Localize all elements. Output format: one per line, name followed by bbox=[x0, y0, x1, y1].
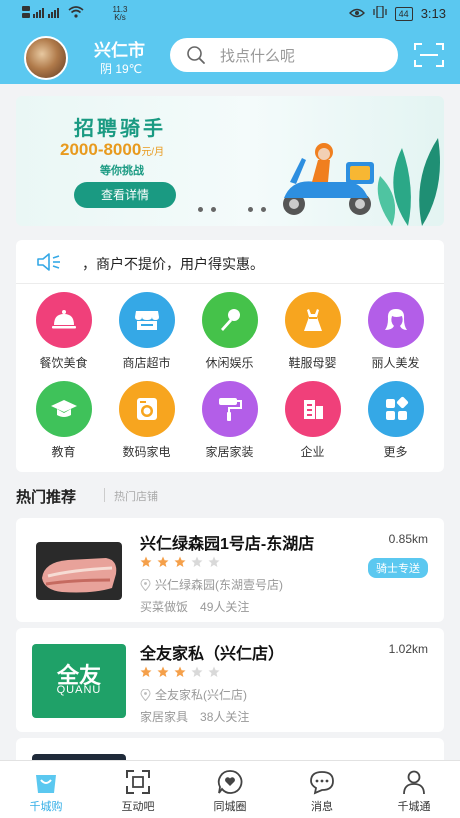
star-filled-icon bbox=[140, 556, 152, 567]
section-divider bbox=[104, 488, 105, 502]
graduation-cap-icon bbox=[35, 381, 92, 437]
banner-title: 招聘骑手 bbox=[74, 118, 166, 140]
carousel-dot[interactable] bbox=[198, 207, 203, 212]
star-empty-icon bbox=[208, 666, 220, 677]
beauty-hair-icon bbox=[367, 292, 424, 348]
category-home[interactable]: 家居家装 bbox=[188, 381, 271, 460]
avatar[interactable] bbox=[24, 36, 68, 80]
building-icon bbox=[284, 381, 341, 437]
carousel-dot[interactable] bbox=[211, 207, 216, 212]
banner-subtitle: 等你挑战 bbox=[100, 165, 144, 177]
shop-distance: 1.02km bbox=[388, 642, 428, 656]
food-cloche-icon bbox=[35, 292, 92, 348]
delivery-badge: 骑士专送 bbox=[368, 558, 428, 578]
search-placeholder: 找点什么呢 bbox=[220, 47, 296, 65]
shop-category: 买菜做饭 bbox=[140, 600, 189, 614]
star-empty-icon bbox=[208, 556, 220, 567]
view-details-button[interactable]: 查看详情 bbox=[74, 182, 176, 208]
more-grid-icon bbox=[367, 381, 424, 437]
star-empty-icon bbox=[191, 666, 203, 677]
shop-thumbnail bbox=[32, 534, 126, 608]
star-filled-icon bbox=[157, 666, 169, 677]
eye-icon bbox=[348, 6, 365, 21]
category-education[interactable]: 教育 bbox=[22, 381, 105, 460]
category-electronics[interactable]: 数码家电 bbox=[105, 381, 188, 460]
shop-card[interactable]: 兴仁绿森园1号店-东湖店 0.85km 骑士专送 兴仁绿森园(东湖壹号店) 买菜… bbox=[16, 518, 444, 622]
search-bar[interactable]: 找点什么呢 bbox=[170, 38, 398, 72]
section-subtitle[interactable]: 热门店铺 bbox=[114, 488, 158, 504]
city-selector[interactable]: 兴仁市 bbox=[94, 36, 145, 61]
tab-local-circle[interactable]: 同城圈 bbox=[184, 761, 276, 818]
speaker-icon bbox=[37, 253, 60, 271]
category-store[interactable]: 商店超市 bbox=[105, 292, 188, 371]
category-food[interactable]: 餐饮美食 bbox=[22, 292, 105, 371]
paint-roller-icon bbox=[201, 381, 258, 437]
dress-icon bbox=[284, 292, 341, 348]
signal-icon bbox=[22, 5, 62, 22]
category-more[interactable]: 更多 bbox=[354, 381, 437, 460]
heart-chat-icon bbox=[217, 770, 243, 794]
tab-shop[interactable]: 千城购 bbox=[0, 761, 92, 818]
shop-meta: 买菜做饭 49人关注 bbox=[140, 598, 249, 615]
weather-label: 阴 19℃ bbox=[100, 62, 143, 76]
shop-meta: 家居家具 38人关注 bbox=[140, 708, 249, 725]
battery-icon: 44 bbox=[394, 6, 413, 21]
shop-card[interactable]: 全友 QUANU 全友家私（兴仁店） 1.02km 全友家私(兴仁店) 家居家具… bbox=[16, 628, 444, 732]
wifi-icon bbox=[68, 6, 84, 21]
shop-logo: 全友 QUANU bbox=[32, 644, 126, 718]
shop-address: 兴仁绿森园(东湖壹号店) bbox=[140, 576, 283, 593]
section-title: 热门推荐 bbox=[16, 489, 77, 506]
star-empty-icon bbox=[191, 556, 203, 567]
top-header: 兴仁市 阴 19℃ 找点什么呢 bbox=[0, 28, 460, 84]
carousel-dot[interactable] bbox=[248, 207, 253, 212]
clock: 3:13 bbox=[420, 6, 446, 21]
tab-interact[interactable]: 互动吧 bbox=[92, 761, 184, 818]
shop-name: 全友家私（兴仁店） bbox=[140, 646, 285, 663]
tab-profile[interactable]: 千城通 bbox=[368, 761, 460, 818]
notice-text: ，商户不提价，用户得实惠。 bbox=[82, 256, 264, 272]
category-apparel[interactable]: 鞋服母婴 bbox=[271, 292, 354, 371]
category-grid: 餐饮美食 商店超市 休闲娱乐 鞋服母婴 丽人美发 教育 数码家电 家居家装 企业… bbox=[16, 292, 444, 460]
shop-distance: 0.85km bbox=[388, 532, 428, 546]
scan-icon[interactable] bbox=[414, 42, 444, 68]
carousel-indicator[interactable] bbox=[198, 207, 266, 212]
washing-machine-icon bbox=[118, 381, 175, 437]
star-filled-icon bbox=[140, 666, 152, 677]
tab-messages[interactable]: 消息 bbox=[276, 761, 368, 818]
shopping-bag-icon bbox=[36, 775, 56, 793]
shop-category: 家居家具 bbox=[140, 710, 189, 724]
recruit-banner[interactable]: 招聘骑手 2000-8000元/月 等你挑战 查看详情 bbox=[16, 96, 444, 226]
category-card: ，商户不提价，用户得实惠。 餐饮美食 商店超市 休闲娱乐 鞋服母婴 丽人美发 教… bbox=[16, 240, 444, 472]
location-pin-icon bbox=[140, 578, 151, 591]
bottom-tab-bar: 千城购 互动吧 同城圈 消息 千城通 bbox=[0, 760, 460, 818]
carousel-dot[interactable] bbox=[261, 207, 266, 212]
star-filled-icon bbox=[157, 556, 169, 567]
category-enterprise[interactable]: 企业 bbox=[271, 381, 354, 460]
user-icon bbox=[403, 770, 425, 795]
category-leisure[interactable]: 休闲娱乐 bbox=[188, 292, 271, 371]
search-icon bbox=[187, 46, 205, 64]
status-bar: 11.3 K/s 44 3:13 bbox=[0, 0, 460, 28]
shop-address: 全友家私(兴仁店) bbox=[140, 686, 247, 703]
location-pin-icon bbox=[140, 688, 151, 701]
message-bubble-icon bbox=[310, 771, 334, 795]
category-beauty[interactable]: 丽人美发 bbox=[354, 292, 437, 371]
shop-followers: 49人关注 bbox=[200, 600, 250, 614]
microphone-icon bbox=[201, 292, 258, 348]
rating-stars bbox=[140, 556, 220, 568]
vibrate-icon bbox=[373, 5, 387, 21]
scan-frame-icon bbox=[126, 770, 150, 794]
net-speed: 11.3 K/s bbox=[112, 4, 128, 22]
rating-stars bbox=[140, 666, 220, 678]
shop-name: 兴仁绿森园1号店-东湖店 bbox=[140, 536, 315, 553]
star-filled-icon bbox=[174, 666, 186, 677]
banner-salary: 2000-8000元/月 bbox=[60, 140, 165, 159]
star-filled-icon bbox=[174, 556, 186, 567]
store-icon bbox=[118, 292, 175, 348]
leaves-illustration bbox=[377, 138, 440, 226]
notice-bar[interactable]: ，商户不提价，用户得实惠。 bbox=[16, 240, 444, 284]
delivery-scooter-illustration bbox=[283, 143, 374, 215]
shop-followers: 38人关注 bbox=[200, 710, 250, 724]
